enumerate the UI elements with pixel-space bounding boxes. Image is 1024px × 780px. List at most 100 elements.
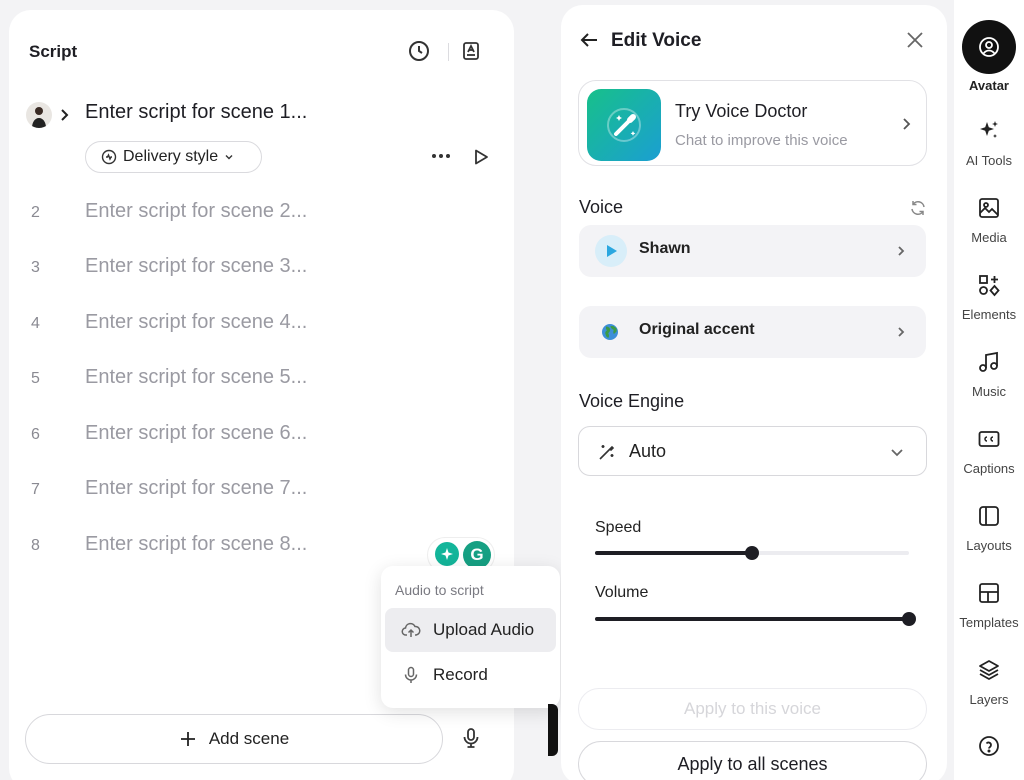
extension-icon[interactable] xyxy=(435,542,459,566)
toolbar-ai-tools[interactable]: AI Tools xyxy=(954,119,1024,168)
history-icon[interactable] xyxy=(407,39,431,63)
voice-doctor-subtitle: Chat to improve this voice xyxy=(675,132,848,149)
toolbar-help[interactable] xyxy=(954,734,1024,758)
record-label: Record xyxy=(433,665,488,684)
record-menu-item[interactable]: Record xyxy=(385,653,556,697)
scene-avatar-thumbnail[interactable] xyxy=(26,102,52,128)
scene-input[interactable]: Enter script for scene 5... xyxy=(85,366,307,389)
header-divider xyxy=(448,43,449,61)
play-voice-icon[interactable] xyxy=(595,235,627,267)
avatar-icon xyxy=(962,20,1016,74)
scene-number: 4 xyxy=(31,315,40,332)
volume-slider[interactable] xyxy=(595,612,916,626)
back-arrow-icon[interactable] xyxy=(578,29,600,51)
microphone-icon[interactable] xyxy=(459,726,483,750)
music-icon xyxy=(977,350,1001,374)
toolbar-label: Avatar xyxy=(969,78,1009,93)
voice-selector[interactable]: Shawn xyxy=(579,225,926,277)
template-icon xyxy=(977,581,1001,605)
voice-doctor-card[interactable]: Try Voice Doctor Chat to improve this vo… xyxy=(578,80,927,166)
shapes-icon xyxy=(977,273,1001,297)
apply-to-this-voice-button[interactable]: Apply to this voice xyxy=(578,688,927,730)
toolbar-layers[interactable]: Layers xyxy=(954,658,1024,707)
upload-audio-label: Upload Audio xyxy=(433,620,535,639)
scene-number: 7 xyxy=(31,481,40,498)
scene-input[interactable]: Enter script for scene 7... xyxy=(85,477,307,500)
voice-section-label: Voice xyxy=(579,197,624,217)
magic-wand-icon xyxy=(587,89,661,161)
toolbar-media[interactable]: Media xyxy=(954,196,1024,245)
toolbar-label: AI Tools xyxy=(965,153,1012,168)
scene-row[interactable]: 6 Enter script for scene 6... xyxy=(9,422,514,452)
refresh-icon[interactable] xyxy=(909,199,927,217)
magic-wand-icon xyxy=(597,442,617,462)
toolbar-label: Music xyxy=(972,384,1006,399)
scene-number: 6 xyxy=(31,426,40,443)
volume-slider-handle[interactable] xyxy=(902,612,916,626)
chevron-right-icon xyxy=(899,115,913,133)
scene-row[interactable]: 2 Enter script for scene 2... xyxy=(9,200,514,230)
close-icon[interactable] xyxy=(904,29,926,51)
toolbar-layouts[interactable]: Layouts xyxy=(954,504,1024,553)
grammarly-icon[interactable]: G xyxy=(463,541,491,569)
toolbar-captions[interactable]: Captions xyxy=(954,427,1024,476)
scene-row[interactable]: 5 Enter script for scene 5... xyxy=(9,366,514,396)
scene-row[interactable]: 7 Enter script for scene 7... xyxy=(9,477,514,507)
script-book-icon[interactable] xyxy=(459,39,483,63)
scene-1-input[interactable]: Enter script for scene 1... xyxy=(85,101,307,124)
accent-selector[interactable]: Original accent xyxy=(579,306,926,358)
add-scene-label: Add scene xyxy=(208,729,290,748)
volume-label: Volume xyxy=(595,584,649,601)
scene-input[interactable]: Enter script for scene 3... xyxy=(85,255,307,278)
scene-input[interactable]: Enter script for scene 4... xyxy=(85,311,307,334)
speed-slider-handle[interactable] xyxy=(745,546,759,560)
apply-to-all-scenes-button[interactable]: Apply to all scenes xyxy=(578,741,927,780)
upload-audio-menu-item[interactable]: Upload Audio xyxy=(385,608,556,652)
play-scene-icon[interactable] xyxy=(472,148,490,166)
toolbar-templates[interactable]: Templates xyxy=(954,581,1024,630)
toolbar-label: Elements xyxy=(961,307,1017,322)
cloud-upload-icon xyxy=(401,622,421,637)
plus-icon xyxy=(180,732,195,746)
speed-slider-fill xyxy=(595,551,752,555)
voice-engine-value: Auto xyxy=(629,441,667,461)
delivery-style-button[interactable]: Delivery style xyxy=(85,141,262,173)
speed-slider[interactable] xyxy=(595,546,909,560)
more-options-icon[interactable] xyxy=(430,151,452,161)
globe-icon xyxy=(601,323,619,341)
toolbar-label: Templates xyxy=(959,615,1019,630)
scene-number: 5 xyxy=(31,370,40,387)
audio-menu-title: Audio to script xyxy=(395,582,484,598)
voice-engine-label: Voice Engine xyxy=(579,391,685,411)
toolbar-elements[interactable]: Elements xyxy=(954,273,1024,322)
chevron-right-icon xyxy=(895,242,907,260)
scene-input[interactable]: Enter script for scene 8... xyxy=(85,533,307,556)
microphone-icon xyxy=(404,666,418,683)
delivery-style-label: Delivery style xyxy=(123,148,219,165)
chevron-right-icon xyxy=(895,323,907,341)
scene-number: 3 xyxy=(31,259,40,276)
voice-doctor-title: Try Voice Doctor xyxy=(675,101,808,121)
sparkle-icon xyxy=(977,119,1001,143)
right-toolbar: Avatar AI Tools Media Elements Music Cap… xyxy=(954,0,1024,780)
toolbar-label: Layers xyxy=(969,692,1009,707)
voice-engine-dropdown[interactable]: Auto xyxy=(578,426,927,476)
speed-label: Speed xyxy=(595,519,642,536)
scene-number: 2 xyxy=(31,204,40,221)
scene-row[interactable]: 4 Enter script for scene 4... xyxy=(9,311,514,341)
script-title: Script xyxy=(29,42,78,61)
chevron-down-icon xyxy=(225,155,233,160)
scene-row[interactable]: 3 Enter script for scene 3... xyxy=(9,255,514,285)
toolbar-avatar[interactable]: Avatar xyxy=(954,20,1024,93)
toolbar-music[interactable]: Music xyxy=(954,350,1024,399)
scene-number: 8 xyxy=(31,537,40,554)
scene-input[interactable]: Enter script for scene 2... xyxy=(85,200,307,223)
voice-name: Shawn xyxy=(639,240,691,257)
toolbar-label: Media xyxy=(971,230,1007,245)
help-icon xyxy=(977,734,1001,758)
add-scene-button[interactable]: Add scene xyxy=(25,714,443,764)
scene-input[interactable]: Enter script for scene 6... xyxy=(85,422,307,445)
layers-icon xyxy=(977,658,1001,682)
chevron-right-icon[interactable] xyxy=(57,105,73,125)
cc-icon xyxy=(977,427,1001,451)
